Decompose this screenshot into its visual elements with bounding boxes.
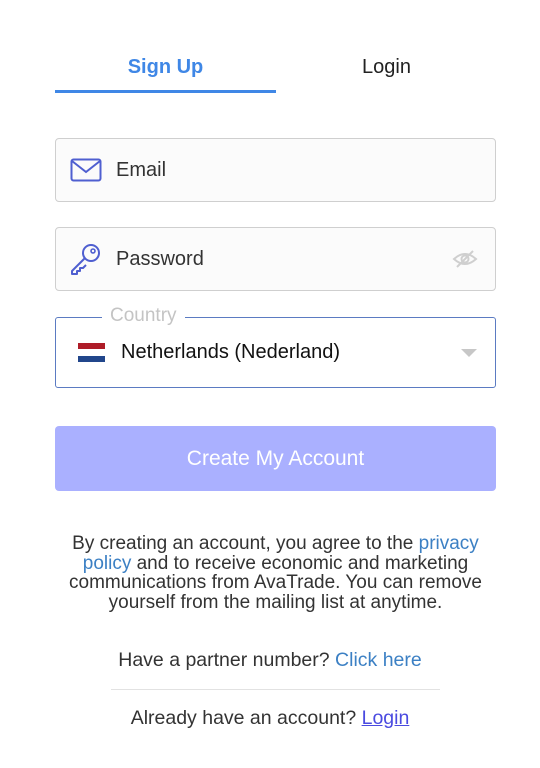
key-icon <box>56 242 116 276</box>
envelope-icon <box>56 158 116 182</box>
auth-tabs: Sign Up Login <box>55 40 496 94</box>
login-link[interactable]: Login <box>362 707 410 729</box>
already-account-text: Already have an account? <box>130 707 362 729</box>
consent-suffix: and to receive economic and marketing co… <box>69 552 482 613</box>
login-row: Already have an account? Login <box>0 707 540 730</box>
chevron-down-icon[interactable] <box>461 349 477 357</box>
partner-click-here-link[interactable]: Click here <box>335 649 422 671</box>
create-account-button[interactable]: Create My Account <box>55 426 496 491</box>
netherlands-flag-icon <box>78 343 105 362</box>
partner-row: Have a partner number? Click here <box>0 649 540 672</box>
tab-sign-up[interactable]: Sign Up <box>55 40 276 94</box>
tab-login[interactable]: Login <box>276 40 497 94</box>
password-field[interactable] <box>55 227 496 291</box>
country-label: Country <box>102 305 185 327</box>
consent-prefix: By creating an account, you agree to the <box>72 533 419 554</box>
divider <box>111 689 440 690</box>
country-value: Netherlands (Nederland) <box>121 341 341 363</box>
email-input[interactable] <box>116 139 495 201</box>
partner-text: Have a partner number? <box>118 649 336 671</box>
eye-slash-icon[interactable] <box>435 249 495 269</box>
email-field[interactable] <box>55 138 496 202</box>
country-select[interactable]: Country Netherlands (Nederland) <box>55 305 496 388</box>
consent-text: By creating an account, you agree to the… <box>50 534 501 612</box>
password-input[interactable] <box>116 228 435 290</box>
flag-stripe-blue <box>78 355 105 362</box>
